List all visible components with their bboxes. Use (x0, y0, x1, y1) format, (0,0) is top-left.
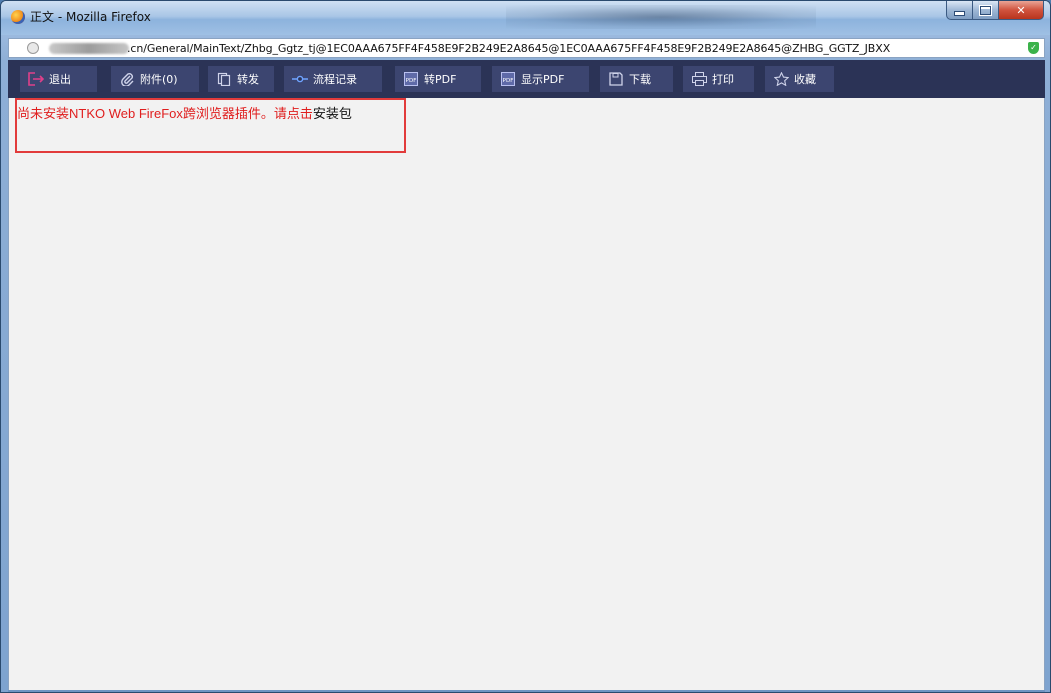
show-pdf-label: 显示PDF (521, 73, 565, 86)
maximize-button[interactable] (973, 1, 999, 20)
save-icon (608, 72, 624, 86)
shield-icon[interactable]: ✓ (1028, 42, 1039, 54)
print-label: 打印 (712, 73, 734, 86)
close-icon: ✕ (1016, 3, 1026, 17)
plugin-notice: 尚未安装NTKO Web FireFox跨浏览器插件。请点击安装包 (17, 103, 352, 122)
forward-button[interactable]: 转发 (208, 66, 274, 92)
download-label: 下载 (629, 73, 651, 86)
site-identity-icon[interactable] (27, 42, 39, 54)
favorite-button[interactable]: 收藏 (765, 66, 834, 92)
flow-record-label: 流程记录 (313, 73, 357, 86)
favorite-label: 收藏 (794, 73, 816, 86)
close-button[interactable]: ✕ (999, 1, 1044, 20)
minimize-button[interactable] (946, 1, 973, 20)
svg-text:PDF: PDF (406, 78, 417, 84)
url-redacted-domain (49, 43, 129, 54)
maximize-icon (980, 5, 991, 15)
paperclip-icon (119, 72, 135, 86)
attachment-button[interactable]: 附件(0) (111, 66, 199, 92)
attachment-label: 附件(0) (140, 73, 178, 86)
show-pdf-button[interactable]: PDF 显示PDF (492, 66, 589, 92)
printer-icon (691, 72, 707, 86)
document-toolbar: 退出 附件(0) 转发 流程记录 PDF 转PDF PDF 显示PDF 下载 打… (8, 60, 1045, 98)
plugin-notice-text: 尚未安装NTKO Web FireFox跨浏览器插件。请点击 (17, 106, 313, 121)
download-button[interactable]: 下载 (600, 66, 673, 92)
pdf-icon: PDF (403, 72, 419, 86)
document-content-area: 尚未安装NTKO Web FireFox跨浏览器插件。请点击安装包 (8, 98, 1045, 690)
svg-text:PDF: PDF (503, 78, 514, 84)
forward-label: 转发 (237, 73, 259, 86)
convert-pdf-label: 转PDF (424, 73, 457, 86)
flow-record-button[interactable]: 流程记录 (284, 66, 382, 92)
firefox-icon (11, 10, 25, 24)
install-package-link[interactable]: 安装包 (313, 106, 352, 121)
pdf-icon: PDF (500, 72, 516, 86)
browser-window: 正文 - Mozilla Firefox ✕ .cn/General/MainT… (0, 0, 1051, 693)
title-bar-decoration (506, 5, 816, 29)
exit-icon (28, 72, 44, 86)
exit-label: 退出 (49, 73, 71, 86)
window-controls: ✕ (946, 1, 1044, 21)
document-copy-icon (216, 72, 232, 86)
exit-button[interactable]: 退出 (20, 66, 97, 92)
minimize-icon (954, 10, 965, 16)
window-title: 正文 - Mozilla Firefox (30, 10, 151, 24)
address-bar[interactable]: .cn/General/MainText/Zhbg_Ggtz_tj@1EC0AA… (8, 38, 1045, 58)
title-bar[interactable]: 正文 - Mozilla Firefox ✕ (1, 1, 1050, 35)
convert-pdf-button[interactable]: PDF 转PDF (395, 66, 481, 92)
print-button[interactable]: 打印 (683, 66, 754, 92)
url-text[interactable]: .cn/General/MainText/Zhbg_Ggtz_tj@1EC0AA… (127, 42, 890, 55)
star-icon (773, 72, 789, 86)
flow-icon (292, 72, 308, 86)
